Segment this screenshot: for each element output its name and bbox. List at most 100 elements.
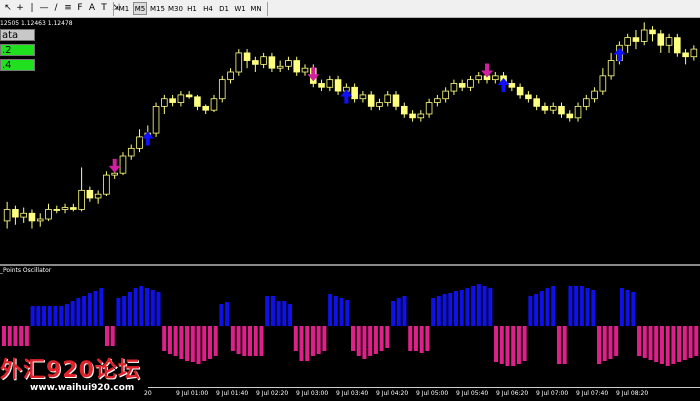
oscillator-bar [465, 288, 470, 326]
watermark-url: www.waihui920.com [30, 383, 135, 393]
oscillator-bar [185, 326, 190, 361]
oscillator-bar [516, 326, 521, 364]
buy-arrow-icon [141, 131, 154, 146]
time-tick-label: 9 Jul 07:40 [576, 390, 609, 397]
oscillator-bar [207, 326, 212, 359]
candle-body [640, 29, 648, 42]
oscillator-bar [196, 326, 201, 364]
candle-body [334, 79, 342, 92]
oscillator-bar [162, 326, 167, 351]
oscillator-bar [310, 326, 315, 356]
candle-body [86, 189, 94, 199]
oscillator-bar [225, 302, 230, 326]
candle-body [525, 94, 532, 100]
candle-body [210, 98, 218, 111]
candle-body [491, 75, 499, 81]
oscillator-bar [259, 326, 264, 356]
oscillator-bar [53, 306, 58, 326]
oscillator-bar [568, 286, 573, 326]
candle-body [12, 209, 19, 218]
time-tick-label: 9 Jul 05:00 [416, 390, 449, 397]
oscillator-bar [619, 288, 624, 326]
candle-body [682, 52, 689, 58]
oscillator-bar [562, 326, 567, 364]
candle-body [194, 96, 201, 107]
time-tick-label: 9 Jul 06:20 [496, 390, 529, 397]
oscillator-bar [694, 326, 699, 356]
oscillator-bar [631, 292, 636, 326]
oscillator-bar [471, 286, 476, 326]
oscillator-bar [642, 326, 647, 358]
oscillator-bar [597, 326, 602, 364]
candle-body [243, 52, 251, 61]
candle-body [384, 94, 392, 103]
oscillator-bar [276, 301, 281, 326]
oscillator-bar [2, 326, 7, 346]
oscillator-bar [99, 288, 104, 326]
oscillator-bar [476, 284, 481, 326]
candle-body [301, 67, 309, 73]
candle-body [161, 98, 168, 107]
candle-body [409, 113, 416, 119]
price-chart[interactable] [0, 0, 700, 400]
candle-body [607, 60, 615, 77]
candle-body [227, 71, 234, 81]
candle-body [467, 79, 474, 88]
oscillator-bar [539, 291, 544, 326]
oscillator-bar [47, 306, 52, 326]
oscillator-bar [150, 290, 155, 326]
candle-body [260, 56, 267, 65]
oscillator-bar [351, 326, 356, 351]
candle-body [293, 60, 301, 73]
candle-body [533, 98, 540, 107]
oscillator-bar [585, 288, 590, 326]
oscillator-bar [591, 290, 596, 326]
time-axis: 20 9 Jul 01:00 9 Jul 01:40 9 Jul 02:20 9 Jul… [144, 387, 700, 401]
oscillator-bar [511, 326, 516, 366]
oscillator-bar [270, 296, 275, 326]
time-tick-label: 20 [144, 390, 152, 397]
oscillator-bar [87, 293, 92, 326]
oscillator-bar [608, 326, 613, 359]
candle-body [558, 105, 565, 115]
time-tick-label: 9 Jul 03:40 [336, 390, 369, 397]
candle-body [94, 193, 102, 199]
candle-body [252, 60, 259, 65]
oscillator-bar [42, 306, 47, 326]
candle-body [28, 212, 36, 222]
oscillator-bar [145, 288, 150, 326]
candle-body [657, 33, 665, 46]
candle-body [649, 29, 656, 35]
oscillator-bar [574, 286, 579, 326]
oscillator-bar [402, 296, 407, 326]
candle-body [541, 105, 549, 111]
candle-body [235, 52, 243, 73]
candle-body [674, 37, 681, 54]
oscillator-bar [413, 326, 418, 351]
oscillator-bar [677, 326, 682, 362]
candle-body [119, 155, 127, 174]
candle-body [78, 189, 85, 210]
oscillator-bar [242, 326, 247, 356]
buy-arrow-icon [340, 89, 353, 104]
pane-divider[interactable] [0, 264, 700, 266]
oscillator-bar [408, 326, 413, 351]
oscillator-bar [127, 292, 132, 326]
oscillator-bar [345, 300, 350, 326]
oscillator-bar [328, 294, 333, 326]
oscillator-bar [368, 326, 373, 356]
oscillator-bar [637, 326, 642, 356]
candle-body [326, 79, 334, 88]
candle-body [45, 209, 52, 220]
watermark-logo: 外汇920论坛 [0, 358, 141, 383]
oscillator-bar [213, 326, 218, 356]
oscillator-bar [385, 326, 390, 348]
candle-body [127, 147, 135, 157]
oscillator-bar [236, 326, 241, 354]
candle-body [475, 75, 483, 81]
oscillator-bar [551, 286, 556, 326]
oscillator-bar [202, 326, 207, 361]
candle-body [177, 94, 185, 103]
oscillator-bar [362, 326, 367, 359]
oscillator-bar [436, 296, 441, 326]
